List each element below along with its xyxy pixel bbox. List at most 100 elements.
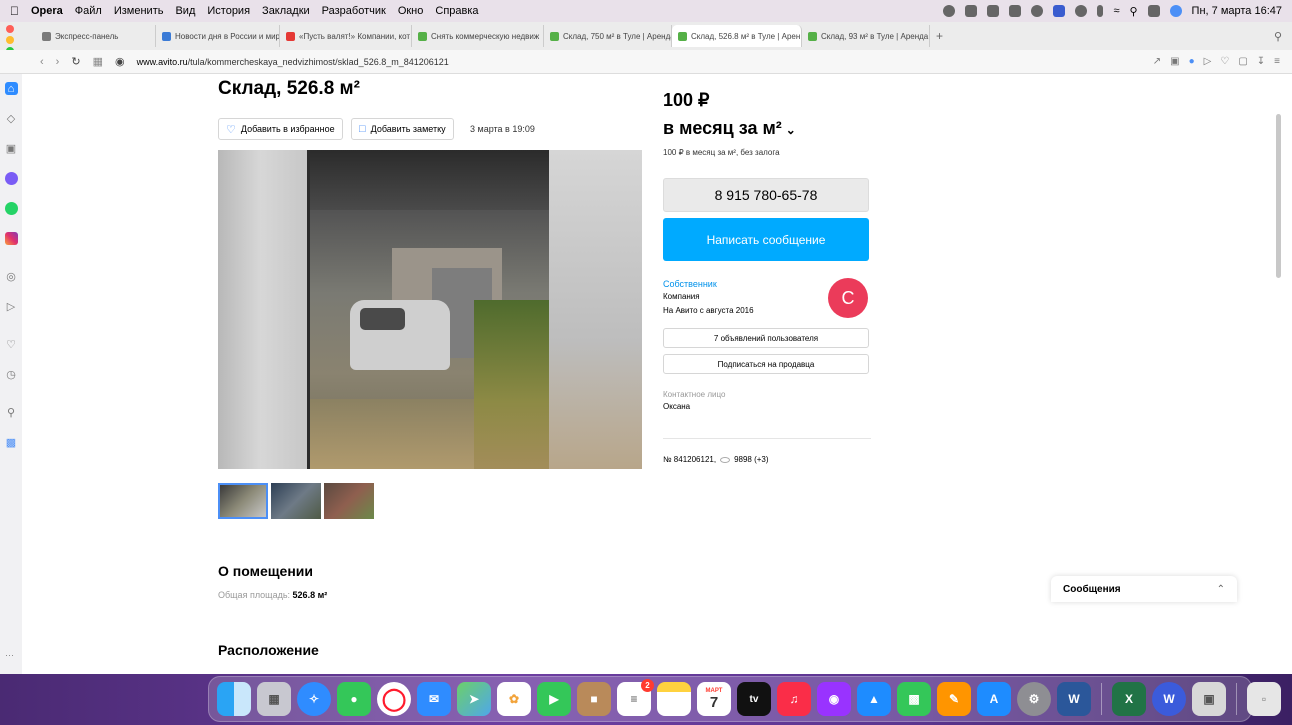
app-store-icon[interactable]: A: [977, 682, 1011, 716]
whatsapp-icon[interactable]: [4, 202, 18, 215]
vpn-icon[interactable]: [1075, 5, 1088, 17]
extension-icon[interactable]: [943, 5, 956, 17]
sidebar-more-icon[interactable]: ⋯: [5, 650, 14, 661]
music-icon[interactable]: ♫: [777, 682, 811, 716]
apple-icon[interactable]: : [10, 4, 19, 18]
shield-icon[interactable]: ●: [1189, 56, 1195, 67]
new-tab-button[interactable]: +: [936, 29, 943, 43]
forward-icon[interactable]: ›: [56, 56, 60, 68]
preview-icon[interactable]: ▣: [1192, 682, 1226, 716]
bluetooth-icon[interactable]: [1097, 5, 1104, 17]
contacts-icon[interactable]: ■: [577, 682, 611, 716]
messages-app-icon[interactable]: ●: [337, 682, 371, 716]
thumbnail-1[interactable]: [218, 483, 268, 519]
chevron-up-icon[interactable]: ⌃: [1217, 584, 1225, 595]
trash-icon[interactable]: ▫: [1247, 682, 1281, 716]
close-window-button[interactable]: [6, 25, 14, 33]
share-icon[interactable]: ↗: [1153, 56, 1161, 67]
show-phone-button[interactable]: 8 915 780-65-78: [663, 178, 869, 212]
extension-icon[interactable]: ▩: [5, 436, 18, 449]
control-center-icon[interactable]: [1147, 5, 1160, 17]
bag-icon[interactable]: ▣: [5, 142, 18, 155]
thumbnail-3[interactable]: [324, 483, 374, 519]
tabs-grid-icon[interactable]: ▦: [93, 55, 103, 68]
finder-icon[interactable]: [217, 682, 251, 716]
siri-icon[interactable]: [1169, 5, 1182, 17]
pin-icon[interactable]: ⚲: [5, 406, 18, 419]
messenger-icon[interactable]: [4, 172, 18, 185]
thumbnail-2[interactable]: [271, 483, 321, 519]
play-icon[interactable]: ▷: [1204, 56, 1212, 67]
reload-icon[interactable]: ↻: [71, 55, 80, 68]
home-icon[interactable]: ⌂: [4, 82, 18, 95]
back-icon[interactable]: ‹: [40, 56, 44, 68]
menu-window[interactable]: Окно: [398, 5, 424, 17]
main-photo[interactable]: [310, 150, 549, 469]
notes-icon[interactable]: [657, 682, 691, 716]
podcasts-icon[interactable]: ◉: [817, 682, 851, 716]
pages-icon[interactable]: ✎: [937, 682, 971, 716]
instagram-icon[interactable]: [4, 232, 18, 245]
menu-edit[interactable]: Изменить: [114, 5, 164, 17]
tab-warehouse-93[interactable]: Склад, 93 м² в Туле | Аренда: [802, 25, 930, 47]
puzzle-icon[interactable]: [965, 5, 978, 17]
camera-icon[interactable]: ▣: [1170, 56, 1179, 67]
url-field[interactable]: www.avito.ru/tula/kommercheskaya_nedvizh…: [137, 57, 449, 67]
apple-tv-icon[interactable]: tv: [737, 682, 771, 716]
keynote-icon[interactable]: ▲: [857, 682, 891, 716]
safari-icon[interactable]: ✧: [297, 682, 331, 716]
menu-history[interactable]: История: [207, 5, 250, 17]
word-icon[interactable]: W: [1057, 682, 1091, 716]
menu-help[interactable]: Справка: [435, 5, 478, 17]
history-icon[interactable]: ◷: [5, 368, 18, 381]
tab-speed-dial[interactable]: Экспресс-панель: [36, 25, 156, 47]
menu-bookmarks[interactable]: Закладки: [262, 5, 310, 17]
brush-icon[interactable]: [987, 5, 1000, 17]
user-listings-button[interactable]: 7 объявлений пользователя: [663, 328, 869, 348]
menu-file[interactable]: Файл: [75, 5, 102, 17]
add-note-button[interactable]: □ Добавить заметку: [351, 118, 454, 140]
mail-icon[interactable]: ✉: [417, 682, 451, 716]
reminders-icon[interactable]: ≡ 2: [617, 679, 654, 716]
price-unit-selector[interactable]: в месяц за м² ⌄: [663, 118, 796, 139]
add-to-favorites-button[interactable]: ♡ Добавить в избранное: [218, 118, 343, 140]
download-icon[interactable]: ↧: [1257, 56, 1265, 67]
record-icon[interactable]: [1031, 5, 1044, 17]
menu-app-name[interactable]: Opera: [31, 5, 63, 17]
flag-icon[interactable]: [1053, 5, 1066, 17]
photos-icon[interactable]: ✿: [497, 682, 531, 716]
seller-avatar[interactable]: С: [828, 278, 868, 318]
tab-warehouse-526[interactable]: Склад, 526.8 м² в Туле | Арен: [672, 25, 802, 47]
tab-rent-commercial[interactable]: Снять коммерческую недвиж: [412, 25, 544, 47]
player-icon[interactable]: ◎: [5, 270, 18, 283]
diamond-icon[interactable]: ◇: [5, 112, 18, 125]
search-icon[interactable]: ⚲: [1129, 5, 1137, 18]
minimize-window-button[interactable]: [6, 36, 14, 44]
flow-icon[interactable]: ▷: [5, 300, 18, 313]
heart-icon[interactable]: ♡: [5, 338, 18, 351]
menu-developer[interactable]: Разработчик: [322, 5, 386, 17]
tab-news[interactable]: Новости дня в России и мире: [156, 25, 280, 47]
opera-icon[interactable]: ◯: [377, 682, 411, 716]
launchpad-icon[interactable]: ▦: [257, 682, 291, 716]
facetime-icon[interactable]: ▶: [537, 682, 571, 716]
messages-panel[interactable]: Сообщения ⌃: [1051, 576, 1237, 602]
menubar-clock[interactable]: Пн, 7 марта 16:47: [1192, 5, 1282, 17]
word-doc-icon[interactable]: W: [1152, 682, 1186, 716]
page-scrollbar[interactable]: [1276, 114, 1281, 278]
tab-warehouse-750[interactable]: Склад, 750 м² в Туле | Аренда: [544, 25, 672, 47]
maps-icon[interactable]: ➤: [457, 682, 491, 716]
calendar-icon[interactable]: МАРТ 7: [697, 682, 731, 716]
wifi-icon[interactable]: ≈: [1113, 5, 1119, 17]
tab-search-icon[interactable]: ⚲: [1274, 30, 1282, 43]
excel-icon[interactable]: X: [1112, 682, 1146, 716]
screen-icon[interactable]: [1009, 5, 1022, 17]
photo-gallery[interactable]: [218, 150, 642, 469]
numbers-icon[interactable]: ▩: [897, 682, 931, 716]
system-preferences-icon[interactable]: ⚙: [1017, 682, 1051, 716]
seller-role-link[interactable]: Собственник: [663, 279, 717, 289]
menu-icon[interactable]: ≡: [1274, 56, 1280, 67]
tab-companies[interactable]: «Пусть валят!» Компании, кот: [280, 25, 412, 47]
heart-icon[interactable]: ♡: [1220, 56, 1229, 67]
cube-icon[interactable]: ▢: [1238, 56, 1247, 67]
